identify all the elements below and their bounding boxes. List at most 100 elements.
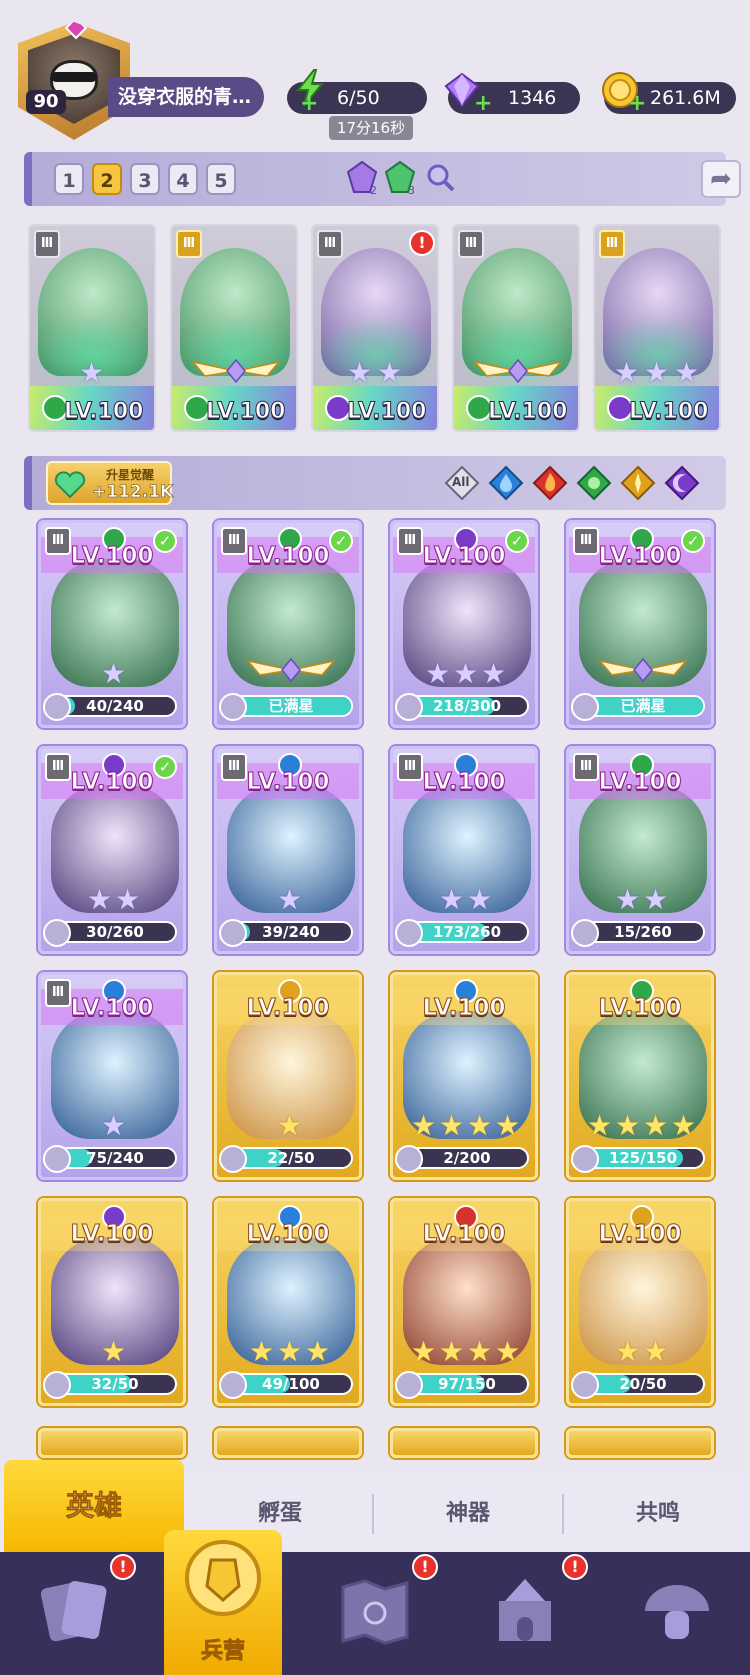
nav-map[interactable] (330, 1566, 420, 1656)
star-icon: ★ (615, 1109, 641, 1142)
hero-card[interactable]: Ⅲ ✓ LV.100 ★ 40/240 (38, 520, 186, 728)
tab-artifacts[interactable]: 神器 (376, 1472, 560, 1552)
star-icon: ★ (439, 883, 465, 916)
star-icon: ★ (615, 1335, 641, 1368)
team-slot-3[interactable]: Ⅲ! ★ ★ LV.100 (311, 224, 439, 432)
hero-card[interactable]: LV.100 ★ ★ ★ 49/100 (214, 1198, 362, 1406)
mushroom-icon (645, 1585, 709, 1639)
tab-divider (562, 1494, 564, 1534)
water-filter-icon[interactable] (488, 465, 524, 501)
team-slot-4[interactable]: Ⅲ LV.100 (452, 224, 580, 432)
hero-card[interactable]: Ⅲ ✓ LV.100 ★ ★ 30/260 (38, 746, 186, 954)
shard-progress-text: 39/240 (262, 923, 320, 941)
share-icon: ➦ (710, 164, 732, 194)
shard-progress-text: 75/240 (86, 1149, 144, 1167)
hero-level: LV.100 (346, 399, 427, 425)
hero-card-peek[interactable] (566, 1428, 714, 1458)
energy-value: 6/50 (337, 87, 380, 109)
fire-filter-icon[interactable] (532, 465, 568, 501)
gems-value: 1346 (508, 87, 557, 109)
nav-cards[interactable] (30, 1566, 120, 1656)
hero-level: LV.100 (422, 995, 506, 1022)
team-tab-4[interactable]: 4 (168, 163, 198, 195)
search-icon[interactable] (424, 160, 456, 194)
hero-card[interactable]: Ⅲ LV.100 ★ ★ 173/260 (390, 746, 538, 954)
star-awaken-button[interactable]: 升星觉醒 +112.1K (46, 461, 174, 505)
rank-badge-icon: Ⅲ (599, 230, 625, 258)
hero-card[interactable]: LV.100 ★ 22/50 (214, 972, 362, 1180)
star-icon: ★ (439, 1109, 465, 1142)
player-name[interactable]: 没穿衣服的青… (108, 77, 264, 117)
tab-heroes[interactable]: 英雄 (4, 1460, 184, 1552)
filter-all-button[interactable]: All (444, 465, 480, 501)
star-icon: ★ (79, 356, 105, 389)
nav-castle[interactable] (480, 1566, 570, 1656)
hero-card[interactable]: LV.100 ★ ★ ★ ★ 125/150 (566, 972, 714, 1180)
shard-progress-text: 40/240 (86, 697, 144, 715)
energy-plus-icon[interactable]: + (300, 93, 318, 115)
hero-shard-icon (395, 1371, 423, 1399)
team-tab-1[interactable]: 1 (54, 163, 84, 195)
hero-level: LV.100 (246, 769, 330, 796)
hero-level: LV.100 (487, 399, 568, 425)
star-icon: ★ (614, 356, 640, 389)
top-bar: 90 没穿衣服的青… 6/50 + 17分16秒 1346 + 261.6M + (0, 0, 750, 150)
star-icon: ★ (674, 356, 700, 389)
hero-card[interactable]: LV.100 ★ 32/50 (38, 1198, 186, 1406)
hero-card[interactable]: LV.100 ★ ★ 20/50 (566, 1198, 714, 1406)
nature-filter-icon[interactable] (576, 465, 612, 501)
nav-barracks[interactable]: 兵营 (164, 1530, 282, 1675)
hero-level: LV.100 (70, 995, 154, 1022)
hero-card-peek[interactable] (38, 1428, 186, 1458)
hero-card[interactable]: Ⅲ LV.100 ★ ★ 15/260 (566, 746, 714, 954)
avatar-glasses (52, 72, 96, 82)
shard-progress-bar: 30/260 (53, 921, 177, 943)
star-icon: ★ (495, 1335, 521, 1368)
shard-progress-bar: 已满星 (229, 695, 353, 717)
team-tab-3[interactable]: 3 (130, 163, 160, 195)
rank-badge-icon: Ⅲ (458, 230, 484, 258)
hero-card[interactable]: Ⅲ LV.100 ★ 39/240 (214, 746, 362, 954)
team-tab-5[interactable]: 5 (206, 163, 236, 195)
team-slot-5[interactable]: Ⅲ ★ ★ ★ LV.100 (593, 224, 721, 432)
dark-filter-icon[interactable] (664, 465, 700, 501)
tab-resonance[interactable]: 共鸣 (566, 1472, 750, 1552)
team-slot-2[interactable]: Ⅲ LV.100 (170, 224, 298, 432)
nav-mushroom[interactable] (632, 1566, 722, 1656)
shard-progress-bar: 15/260 (581, 921, 705, 943)
hero-card[interactable]: LV.100 ★ ★ ★ ★ 97/150 (390, 1198, 538, 1406)
star-wings-icon (246, 657, 336, 683)
team-tab-2[interactable]: 2 (92, 163, 122, 195)
hero-card[interactable]: Ⅲ LV.100 ★ 75/240 (38, 972, 186, 1180)
hero-shard-icon (43, 693, 71, 721)
shard-progress-bar: 75/240 (53, 1147, 177, 1169)
star-icon: ★ (277, 1335, 303, 1368)
hero-card-peek[interactable] (214, 1428, 362, 1458)
hero-card[interactable]: Ⅲ ✓ LV.100 已满星 (214, 520, 362, 728)
awaken-title: 升星觉醒 (106, 468, 155, 482)
hero-level: LV.100 (70, 769, 154, 796)
gold-plus-icon[interactable]: + (628, 93, 646, 115)
star-icon: ★ (671, 1109, 697, 1142)
hero-card[interactable]: LV.100 ★ ★ ★ ★ 2/200 (390, 972, 538, 1180)
hero-level: LV.100 (246, 1221, 330, 1248)
shard-progress-bar: 22/50 (229, 1147, 353, 1169)
team-slot-1[interactable]: Ⅲ ★ LV.100 (28, 224, 156, 432)
shard-progress-bar: 32/50 (53, 1373, 177, 1395)
hero-card[interactable]: Ⅲ ✓ LV.100 已满星 (566, 520, 714, 728)
hero-level: LV.100 (598, 1221, 682, 1248)
awaken-value: +112.1K (92, 482, 174, 503)
shard-progress-bar: 39/240 (229, 921, 353, 943)
star-icon: ★ (495, 1109, 521, 1142)
light-filter-icon[interactable] (620, 465, 656, 501)
hero-shard-icon (571, 919, 599, 947)
category-tab-bar: 英雄 孵蛋 神器 共鸣 (0, 1460, 750, 1552)
slot-glow (313, 316, 437, 396)
hero-level: LV.100 (422, 769, 506, 796)
hero-card-peek[interactable] (390, 1428, 538, 1458)
gems-plus-icon[interactable]: + (474, 93, 492, 115)
hero-level: LV.100 (246, 543, 330, 570)
share-button[interactable]: ➦ (701, 160, 741, 198)
star-icon: ★ (101, 1335, 127, 1368)
hero-card[interactable]: Ⅲ ✓ LV.100 ★ ★ ★ 218/300 (390, 520, 538, 728)
